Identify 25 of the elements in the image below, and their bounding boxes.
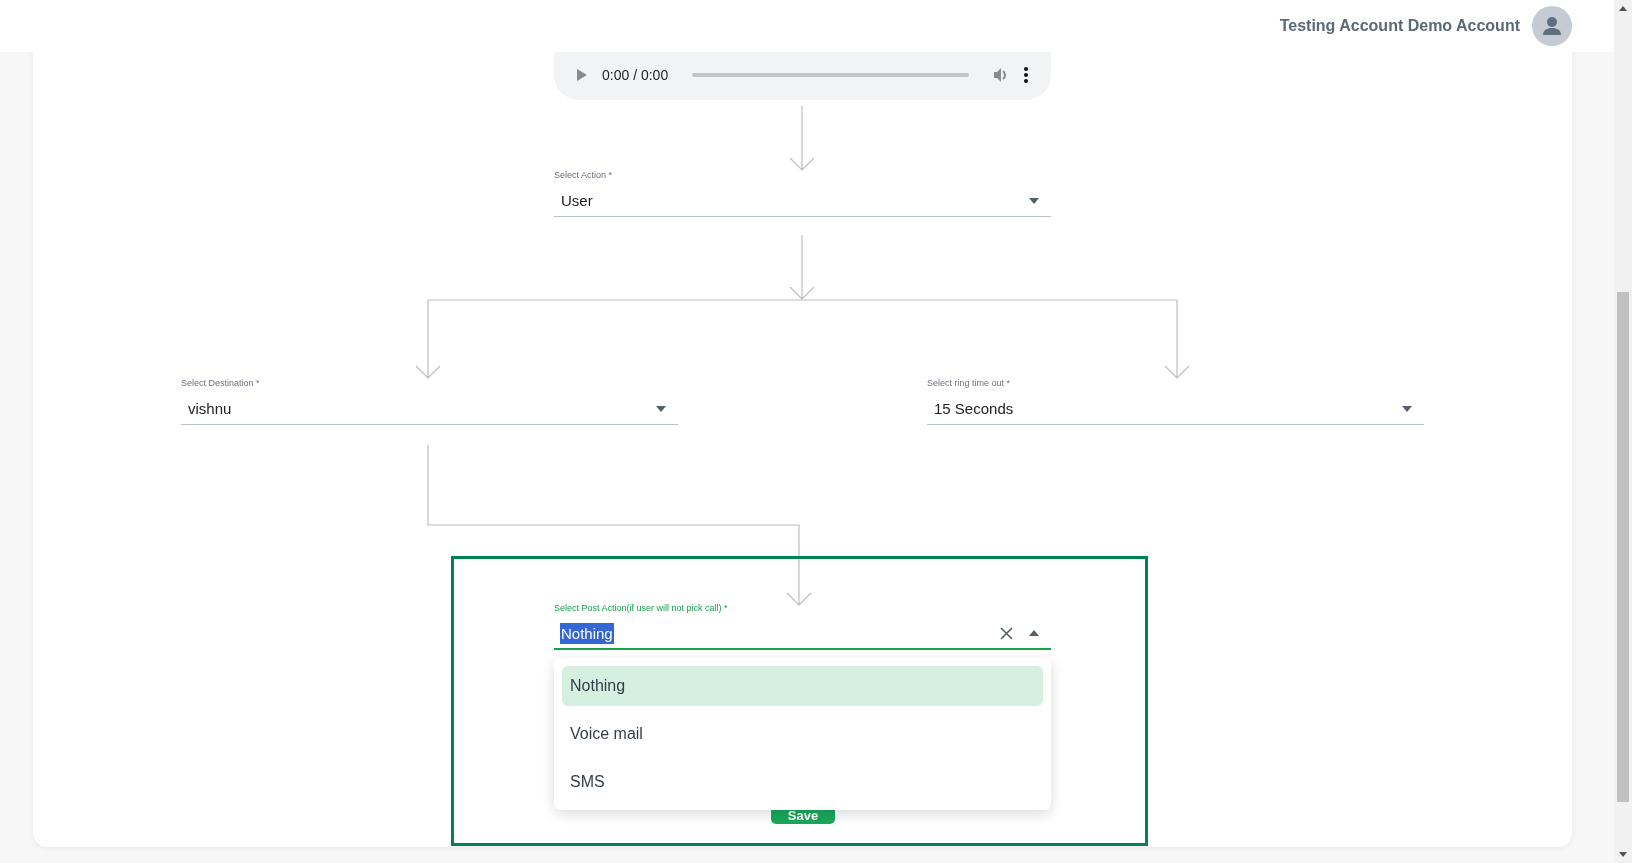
select-field[interactable]: 15 Seconds [927, 393, 1424, 425]
scrollbar[interactable] [1614, 0, 1632, 863]
caret-icon[interactable] [656, 405, 666, 412]
user-name: Testing Account Demo Account [1279, 17, 1520, 35]
caret-icon[interactable] [1029, 630, 1039, 636]
connector-arrow [789, 234, 815, 300]
field-label: Select Action * [554, 170, 614, 180]
connector-arrow [789, 105, 815, 171]
select-field[interactable]: Nothing [554, 618, 1051, 650]
field-label: Select ring time out * [927, 378, 1012, 388]
more-icon[interactable] [1023, 67, 1029, 83]
select-field[interactable]: User [554, 185, 1051, 217]
avatar-icon[interactable] [1532, 6, 1572, 46]
select-field[interactable]: vishnu [181, 393, 678, 425]
volume-icon[interactable] [993, 67, 1009, 83]
caret-icon[interactable] [1402, 405, 1412, 412]
dropdown-option[interactable]: Nothing [562, 666, 1043, 706]
field-label: Select Post Action(if user will not pick call) * [554, 603, 729, 613]
audio-progress-track[interactable] [692, 73, 969, 77]
dropdown-option[interactable]: Voice mail [562, 714, 1043, 754]
field-label: Select Destination * [181, 378, 261, 388]
clear-icon[interactable] [1000, 626, 1013, 640]
caret-icon[interactable] [1029, 197, 1039, 204]
audio-time: 0:00 / 0:00 [602, 67, 669, 83]
play-icon[interactable] [576, 68, 588, 82]
